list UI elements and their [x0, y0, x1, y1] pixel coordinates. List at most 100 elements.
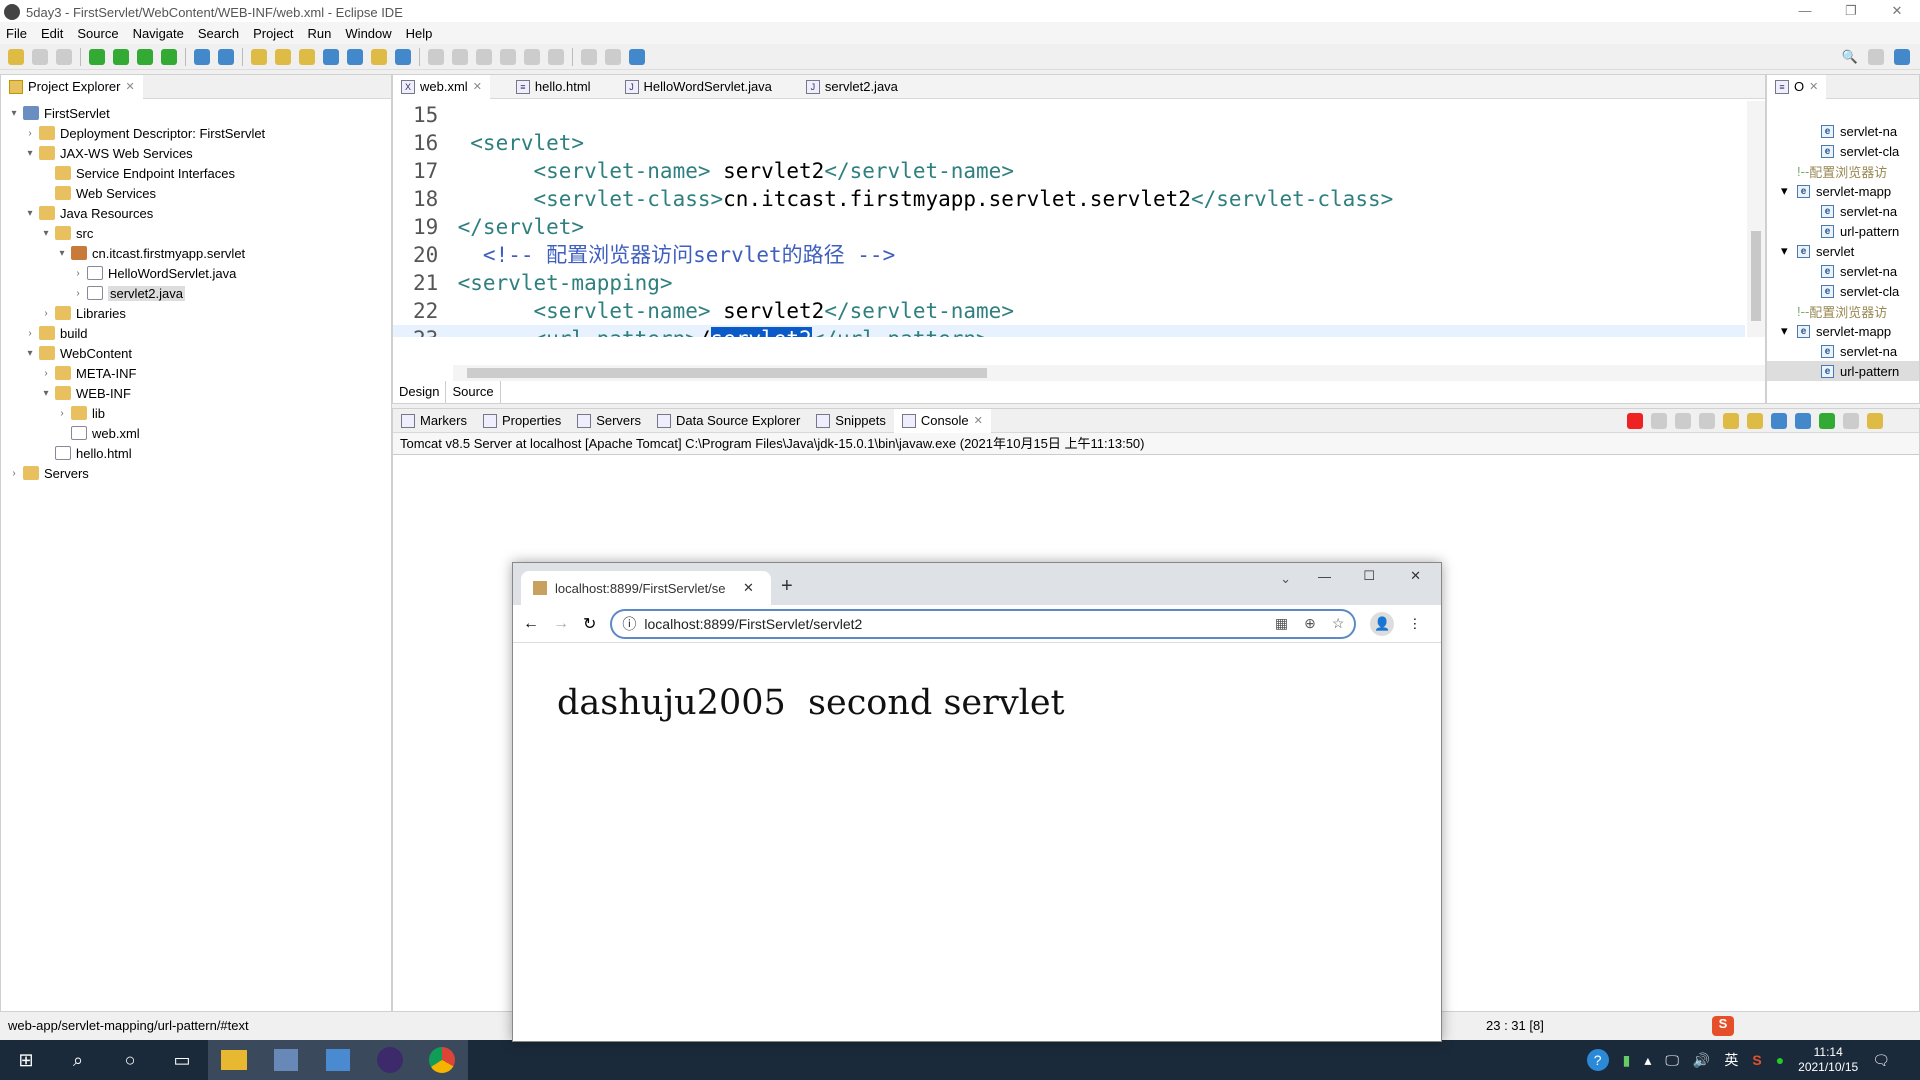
- remove-launch-icon[interactable]: [1651, 413, 1667, 429]
- close-icon[interactable]: ✕: [125, 80, 134, 93]
- new-server-icon[interactable]: [194, 48, 210, 65]
- search-button[interactable]: ⌕: [52, 1040, 104, 1080]
- reload-button[interactable]: ↻: [583, 614, 596, 634]
- menu-search[interactable]: Search: [198, 26, 239, 41]
- sogou-tray-icon[interactable]: S: [1752, 1052, 1761, 1068]
- coverage-icon[interactable]: [137, 48, 153, 65]
- wechat-icon[interactable]: ●: [1776, 1052, 1784, 1068]
- step-into-icon[interactable]: [500, 48, 516, 65]
- outline-item[interactable]: ▾ e servlet: [1767, 241, 1919, 261]
- globe-icon[interactable]: [323, 48, 339, 65]
- outline-item[interactable]: ▾ e servlet-mapp: [1767, 321, 1919, 341]
- chevron-down-icon[interactable]: ▾: [1781, 323, 1797, 339]
- tab-markers[interactable]: Markers: [393, 409, 475, 433]
- chevron-icon[interactable]: ▾: [39, 388, 53, 399]
- show-on-stderr-icon[interactable]: [1795, 413, 1811, 429]
- zoom-icon[interactable]: ⊕: [1304, 615, 1316, 632]
- scroll-lock-icon[interactable]: [1723, 413, 1739, 429]
- tree-item[interactable]: › Servers: [1, 463, 391, 483]
- notification-icon[interactable]: 🗨: [1872, 1052, 1890, 1069]
- show-on-stdout-icon[interactable]: [1771, 413, 1787, 429]
- tab-outline[interactable]: ≡ O ✕: [1767, 74, 1827, 99]
- tab-search-icon[interactable]: ⌄: [1280, 571, 1291, 587]
- tree-item[interactable]: Web Services: [1, 183, 391, 203]
- browser-close-button[interactable]: ✕: [1410, 568, 1421, 584]
- network-icon[interactable]: 🖵: [1665, 1052, 1679, 1069]
- tree-item[interactable]: ▾ src: [1, 223, 391, 243]
- menu-navigate[interactable]: Navigate: [133, 26, 184, 41]
- task-view-button[interactable]: ▭: [156, 1040, 208, 1080]
- tree-item[interactable]: Service Endpoint Interfaces: [1, 163, 391, 183]
- bookmark-star-icon[interactable]: ☆: [1332, 615, 1345, 632]
- chevron-icon[interactable]: ▾: [23, 208, 37, 219]
- tab-snippets[interactable]: Snippets: [808, 409, 894, 433]
- step-return-icon[interactable]: [548, 48, 564, 65]
- browser-tab[interactable]: localhost:8899/FirstServlet/se ✕: [521, 571, 771, 605]
- save-icon[interactable]: [32, 48, 48, 65]
- menu-help[interactable]: Help: [406, 26, 433, 41]
- restore-button[interactable]: ❐: [1828, 0, 1874, 24]
- terminate-icon[interactable]: [476, 48, 492, 65]
- chrome-menu-icon[interactable]: ⋮: [1408, 616, 1421, 632]
- browser-maximize-button[interactable]: ☐: [1363, 568, 1375, 584]
- close-tab-icon[interactable]: ✕: [743, 580, 754, 596]
- terminate-icon[interactable]: [1627, 413, 1643, 429]
- minimize-button[interactable]: —: [1782, 0, 1828, 24]
- word-wrap-icon[interactable]: [1747, 413, 1763, 429]
- tab-data-source-explorer[interactable]: Data Source Explorer: [649, 409, 808, 433]
- outline-item[interactable]: e servlet-na: [1767, 121, 1919, 141]
- sogou-ime-icon[interactable]: S: [1712, 1016, 1734, 1036]
- menu-edit[interactable]: Edit: [41, 26, 63, 41]
- tree-item[interactable]: ▾ cn.itcast.firstmyapp.servlet: [1, 243, 391, 263]
- forward-icon[interactable]: [605, 48, 621, 65]
- run-icon[interactable]: [113, 48, 129, 65]
- new-tab-button[interactable]: +: [781, 575, 793, 598]
- eclipse-app[interactable]: [364, 1040, 416, 1080]
- app-3[interactable]: [312, 1040, 364, 1080]
- pin-console-icon[interactable]: [1819, 413, 1835, 429]
- tab-hellowordservlet-java[interactable]: J HelloWordServlet.java: [617, 75, 780, 99]
- menu-source[interactable]: Source: [77, 26, 118, 41]
- ime-indicator[interactable]: 英: [1724, 1050, 1738, 1070]
- chevron-icon[interactable]: ▾: [39, 228, 53, 239]
- outline-item[interactable]: ▾ e servlet-mapp: [1767, 181, 1919, 201]
- display-console-icon[interactable]: [1843, 413, 1859, 429]
- tab-properties[interactable]: Properties: [475, 409, 569, 433]
- tab-servlet2-java[interactable]: Jservlet2.java: [798, 75, 906, 99]
- resume-icon[interactable]: [428, 48, 444, 65]
- qr-code-icon[interactable]: ▦: [1275, 615, 1288, 632]
- close-icon[interactable]: ✕: [1809, 80, 1818, 93]
- chevron-down-icon[interactable]: ▾: [1781, 243, 1797, 259]
- clock[interactable]: 11:14 2021/10/15: [1798, 1045, 1858, 1075]
- open-type-icon[interactable]: [251, 48, 267, 65]
- chevron-icon[interactable]: ›: [55, 408, 69, 419]
- open-folder-icon[interactable]: [275, 48, 291, 65]
- profile-avatar[interactable]: 👤: [1370, 611, 1395, 636]
- clear-console-icon[interactable]: [1699, 413, 1715, 429]
- chevron-icon[interactable]: ›: [71, 288, 85, 299]
- tab-hello-html[interactable]: ≡ hello.html: [508, 75, 599, 99]
- cortana-button[interactable]: ○: [104, 1040, 156, 1080]
- tab-servers[interactable]: Servers: [569, 409, 649, 433]
- outline-item[interactable]: e url-pattern: [1767, 221, 1919, 241]
- menu-run[interactable]: Run: [308, 26, 332, 41]
- chevron-icon[interactable]: ▾: [55, 248, 69, 259]
- outline-item[interactable]: e servlet-cla: [1767, 281, 1919, 301]
- chevron-icon[interactable]: ›: [39, 368, 53, 379]
- chevron-icon[interactable]: ▾: [7, 108, 21, 119]
- menu-window[interactable]: Window: [345, 26, 391, 41]
- tree-item[interactable]: › lib: [1, 403, 391, 423]
- pin-icon[interactable]: [629, 48, 645, 65]
- info-icon[interactable]: ⓘ: [622, 614, 636, 634]
- tab-design[interactable]: Design: [393, 381, 447, 403]
- chevron-icon[interactable]: ›: [71, 268, 85, 279]
- tree-item[interactable]: web.xml: [1, 423, 391, 443]
- tree-item[interactable]: ▾ FirstServlet: [1, 103, 391, 123]
- outline-item[interactable]: e servlet-cla: [1767, 141, 1919, 161]
- back-icon[interactable]: [581, 48, 597, 65]
- menu-file[interactable]: File: [6, 26, 27, 41]
- debug-icon[interactable]: [89, 48, 105, 65]
- forward-button[interactable]: →: [553, 615, 569, 633]
- usb-icon[interactable]: ▮: [1623, 1052, 1631, 1069]
- outline-item[interactable]: e servlet-na: [1767, 261, 1919, 281]
